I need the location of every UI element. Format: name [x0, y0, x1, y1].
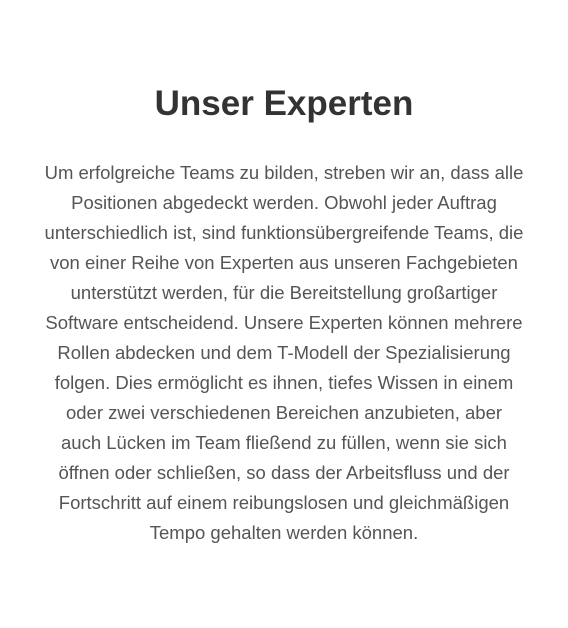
description-line: Positionen abgedeckt werden. Obwohl jede…	[71, 192, 497, 213]
description-line: unterstützt werden, für die Bereitstellu…	[70, 282, 498, 303]
description-line: öffnen oder schließen, so dass der Arbei…	[58, 462, 510, 483]
description-line: folgen. Dies ermöglicht es ihnen, tiefes…	[54, 372, 514, 393]
description-line: auch Lücken im Team fließend zu füllen, …	[61, 432, 507, 453]
description-line: von einer Reihe von Experten aus unseren…	[50, 252, 518, 273]
experts-section: Unser Experten Um erfolgreiche Teams zu …	[0, 0, 568, 628]
description-line: oder zwei verschiedenen Bereichen anzubi…	[65, 402, 503, 423]
description-line: Rollen abdecken und dem T-Modell der Spe…	[57, 342, 511, 363]
description-line: Fortschritt auf einem reibungslosen und …	[58, 492, 510, 513]
section-title: Unser Experten	[154, 84, 414, 123]
description-line: Software entscheidend. Unsere Experten k…	[45, 312, 523, 333]
section-description: Um erfolgreiche Teams zu bilden, streben…	[16, 158, 552, 548]
description-line: unterschiedlich ist, sind funktionsüberg…	[44, 222, 524, 243]
description-line: Tempo gehalten werden können.	[149, 522, 419, 543]
description-line: Um erfolgreiche Teams zu bilden, streben…	[44, 162, 524, 183]
